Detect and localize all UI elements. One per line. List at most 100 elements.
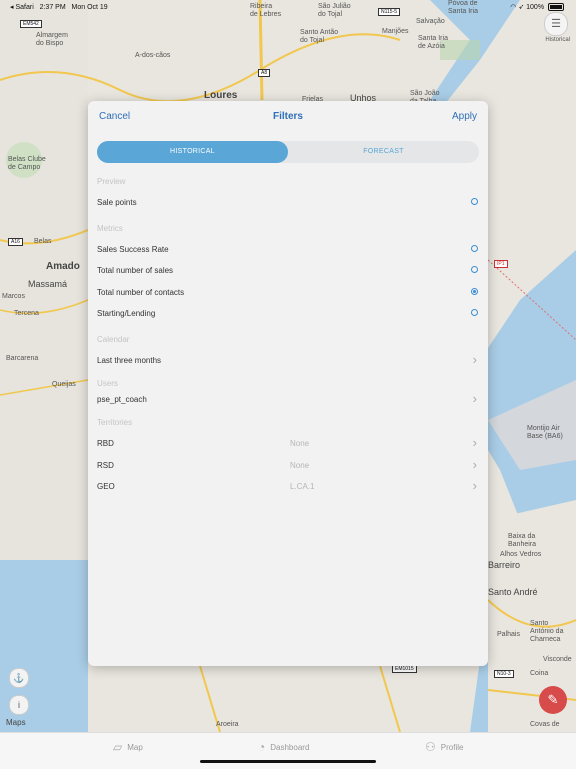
status-time: 2:37 PM — [39, 4, 66, 11]
calendar-value: Last three months — [97, 356, 162, 365]
map-label: Marcos — [2, 293, 25, 300]
section-header-calendar: Calendar — [97, 335, 130, 344]
territory-value: L.CA.1 — [290, 482, 315, 491]
map-label: Santa Iria de Azóia — [418, 35, 448, 50]
road-badge: IP1 — [494, 260, 508, 268]
map-label: Manjões — [382, 28, 409, 35]
map-mode-label: Historical — [545, 37, 570, 43]
tab-label: Map — [127, 742, 143, 752]
user-location-button[interactable]: ⚓ — [9, 668, 29, 688]
territory-label: GEO — [97, 482, 115, 491]
road-badge: A8 — [258, 69, 271, 77]
segment-forecast[interactable]: FORECAST — [288, 141, 479, 163]
map-label: Palhais — [497, 631, 520, 638]
map-label: Salvação — [416, 18, 445, 25]
tab-map[interactable]: ▱ Map — [113, 740, 143, 754]
territory-label: RSD — [97, 461, 114, 470]
tab-label: Dashboard — [270, 742, 310, 752]
maps-logo: Maps — [6, 718, 26, 727]
compass-icon: ⚓ — [13, 673, 25, 683]
map-label: Tercena — [14, 310, 39, 317]
map-label: Montijo Air Base (BA6) — [527, 425, 563, 440]
map-label: Amado — [46, 261, 80, 272]
map-label: Visconde — [543, 656, 572, 663]
map-label: Aroeira — [216, 721, 239, 728]
status-bar: ◂ Safari 2:37 PM Mon Oct 19 ◠ ➶ 100% — [0, 0, 576, 14]
tab-dashboard[interactable]: ◔ Dashboard — [258, 740, 309, 754]
chevron-right-icon: › — [472, 435, 477, 450]
location-icon: ➶ — [518, 4, 525, 11]
pencil-icon: ✎ — [547, 692, 559, 707]
tab-label: Profile — [440, 742, 464, 752]
map-label: Barcarena — [6, 355, 39, 362]
status-date: Mon Oct 19 — [71, 4, 108, 11]
battery-percent: 100% — [526, 4, 545, 11]
calendar-selector[interactable]: Last three months › — [97, 351, 479, 371]
map-layers-button[interactable]: ☰ — [544, 12, 568, 36]
radio-button[interactable] — [471, 309, 478, 316]
section-header-users: Users — [97, 379, 118, 388]
map-label: A-dos-cãos — [135, 52, 171, 59]
option-label: Sale points — [97, 198, 137, 207]
map-label: Santo André — [488, 587, 538, 597]
back-to-app-link[interactable]: ◂ Safari — [10, 4, 34, 11]
map-label: Covas de — [530, 721, 560, 728]
map-label: Loures — [204, 90, 238, 101]
wifi-icon: ◠ — [510, 4, 517, 11]
map-icon: ▱ — [113, 740, 123, 754]
radio-button-selected[interactable] — [471, 288, 478, 295]
tab-bar: ▱ Map ◔ Dashboard ⚇ Profile — [0, 732, 576, 769]
segment-historical[interactable]: HISTORICAL — [97, 141, 288, 163]
radio-button[interactable] — [471, 198, 478, 205]
option-sales-success-rate[interactable]: Sales Success Rate — [97, 240, 479, 260]
edit-fab-button[interactable]: ✎ — [539, 686, 567, 714]
section-header-preview: Preview — [97, 177, 126, 186]
section-header-territories: Territories — [97, 418, 133, 427]
map-label: Belas Clube de Campo — [8, 156, 46, 171]
section-header-metrics: Metrics — [97, 224, 123, 233]
option-label: Total number of sales — [97, 266, 174, 275]
radio-button[interactable] — [471, 266, 478, 273]
map-label: Coina — [530, 670, 549, 677]
dashboard-icon: ◔ — [258, 740, 266, 754]
territory-value: None — [290, 461, 310, 470]
radio-button[interactable] — [471, 245, 478, 252]
territory-geo[interactable]: GEO L.CA.1 › — [97, 477, 479, 497]
option-total-contacts[interactable]: Total number of contacts — [97, 283, 479, 303]
road-badge: EM1015 — [392, 665, 417, 673]
map-label: Belas — [34, 238, 52, 245]
road-badge: EM542 — [20, 20, 42, 28]
road-badge: A16 — [8, 238, 23, 246]
chevron-right-icon: › — [472, 391, 477, 406]
chevron-right-icon: › — [472, 457, 477, 472]
option-label: Sales Success Rate — [97, 245, 169, 254]
road-badge: N10-3 — [494, 670, 514, 678]
info-icon: i — [18, 700, 20, 710]
territory-rbd[interactable]: RBD None › — [97, 434, 479, 454]
territory-value: None — [290, 439, 310, 448]
users-value: pse_pt_coach — [97, 395, 147, 404]
mode-segmented-control: HISTORICAL FORECAST — [97, 141, 479, 163]
map-label: Santo Antão do Tojal — [300, 29, 339, 44]
modal-title: Filters — [272, 111, 303, 122]
option-label: Total number of contacts — [97, 288, 185, 297]
option-total-sales[interactable]: Total number of sales — [97, 261, 479, 281]
sliders-icon: ☰ — [551, 18, 561, 30]
map-info-button[interactable]: i — [9, 695, 29, 715]
territory-label: RBD — [97, 439, 114, 448]
tab-profile[interactable]: ⚇ Profile — [425, 740, 463, 754]
apply-button[interactable]: Apply — [452, 111, 477, 122]
map-label: Baixa da Banheira — [508, 533, 537, 548]
territory-rsd[interactable]: RSD None › — [97, 456, 479, 476]
map-label: Santo António da Charneca — [530, 620, 564, 643]
users-selector[interactable]: pse_pt_coach › — [97, 390, 479, 410]
home-indicator[interactable] — [200, 760, 376, 763]
option-starting-lending[interactable]: Starting/Lending — [97, 304, 479, 324]
map-label: Alhos Vedros — [500, 551, 542, 558]
option-sale-points[interactable]: Sale points — [97, 193, 479, 213]
map-label: Massamá — [28, 279, 68, 289]
option-label: Starting/Lending — [97, 309, 156, 318]
map-label: Almargem do Bispo — [36, 32, 68, 47]
battery-icon — [548, 3, 564, 12]
map-label: Barreiro — [488, 560, 521, 570]
